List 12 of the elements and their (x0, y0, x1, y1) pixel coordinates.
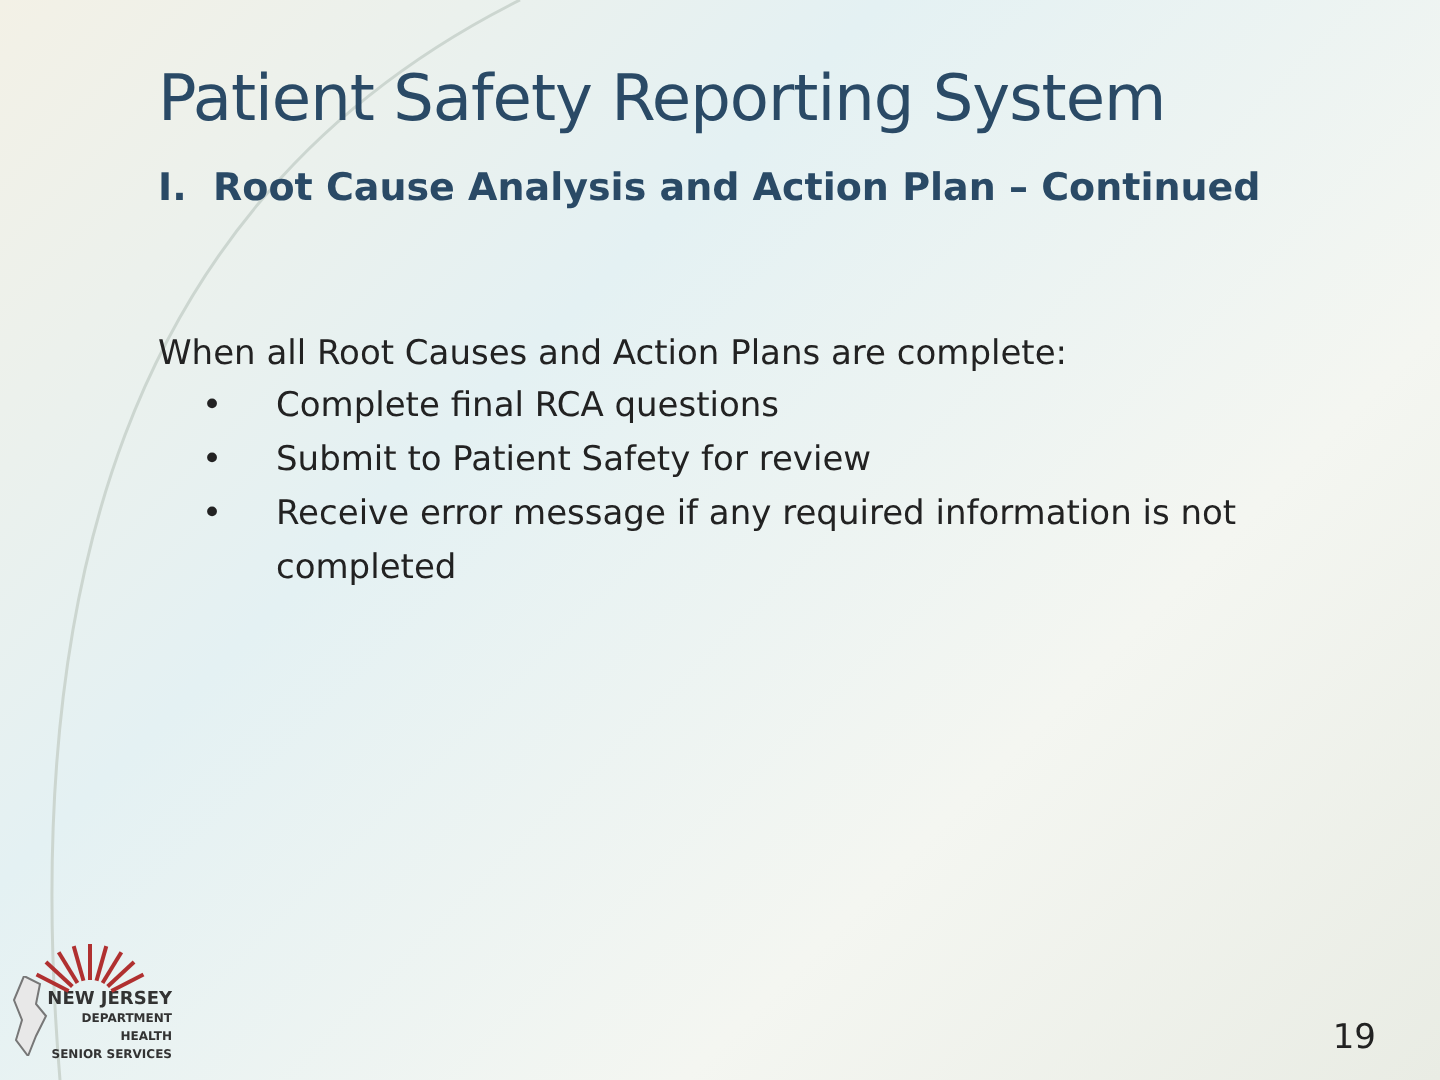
intro-text: When all Root Causes and Action Plans are complete: (158, 331, 1070, 377)
bullet-text: Submit to Patient Safety for review (276, 438, 872, 484)
state-map-icon (12, 976, 48, 1056)
bullet-mark: • (202, 492, 225, 538)
slide-subtitle: I. Root Cause Analysis and Action Plan – Continued (158, 164, 1263, 214)
bullet-text: Complete final RCA questions (276, 384, 780, 430)
page-number: 19 (1332, 1015, 1376, 1061)
bullet-mark: • (202, 438, 225, 484)
logo-text: NEW JERSEY (47, 992, 174, 1010)
slide-title: Patient Safety Reporting System (158, 58, 1168, 140)
bullet-mark: • (202, 384, 225, 430)
bullet-text: Receive error message if any required information is not completed (276, 492, 1239, 592)
